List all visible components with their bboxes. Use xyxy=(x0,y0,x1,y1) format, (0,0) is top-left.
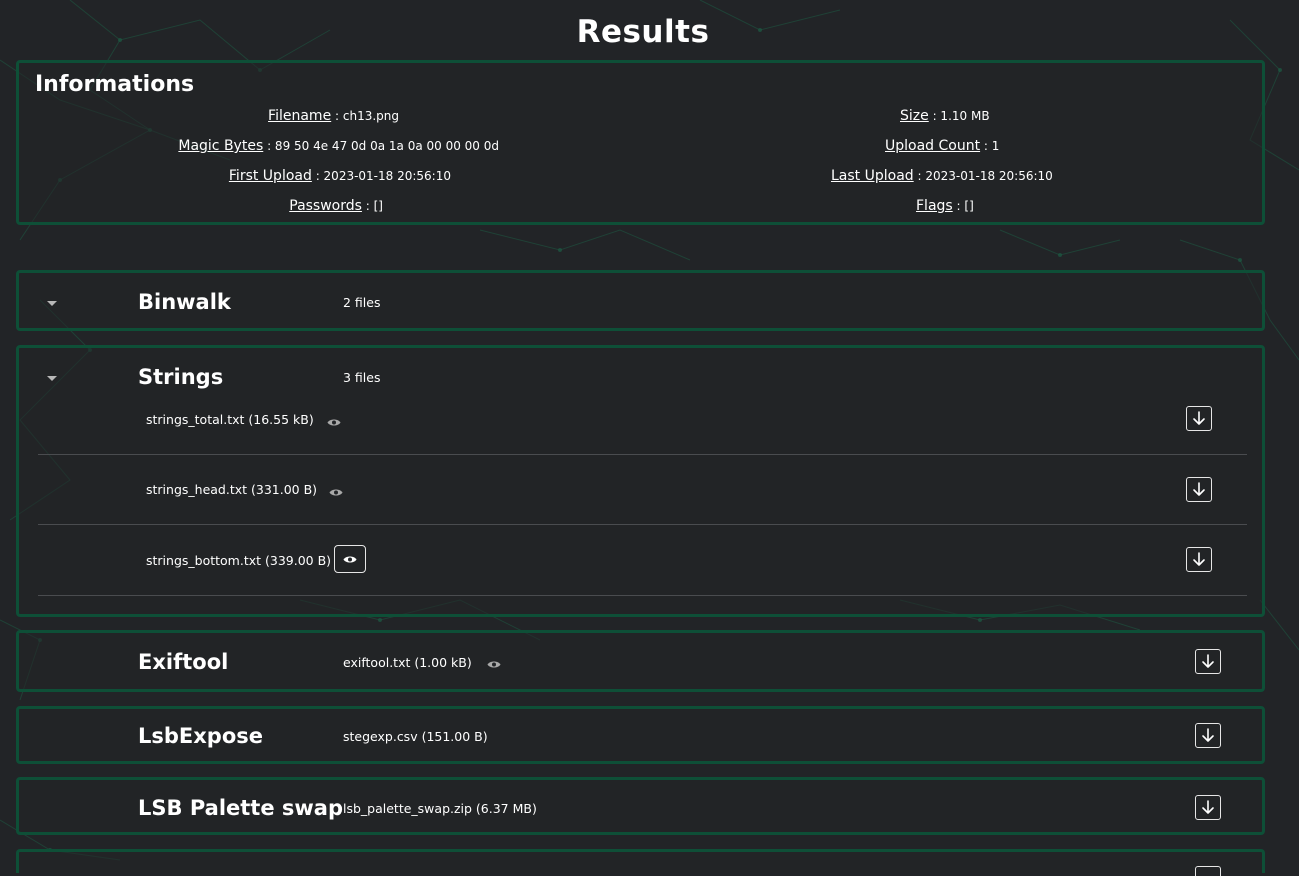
download-icon xyxy=(1193,411,1205,425)
download-button[interactable] xyxy=(1195,795,1221,820)
informations-panel: Informations Filename : ch13.png Size : … xyxy=(16,60,1265,225)
download-icon xyxy=(1193,482,1205,496)
info-flags-value: : [] xyxy=(956,199,974,213)
page-title: Results xyxy=(576,14,710,50)
info-upload-count: Upload Count : 1 xyxy=(885,138,999,154)
info-passwords-key: Passwords xyxy=(289,198,362,214)
file-separator xyxy=(38,595,1247,596)
info-flags: Flags : [] xyxy=(916,198,974,214)
binwalk-file-count: 2 files xyxy=(343,295,381,310)
download-icon xyxy=(1202,728,1214,742)
strings-file-count: 3 files xyxy=(343,370,381,385)
info-first-upload-value: : 2023-01-18 20:56:10 xyxy=(315,169,451,183)
download-button[interactable] xyxy=(1186,477,1212,502)
info-filename-key: Filename xyxy=(268,108,332,124)
exiftool-section: Exiftool exiftool.txt (1.00 kB) xyxy=(16,630,1265,692)
info-last-upload: Last Upload : 2023-01-18 20:56:10 xyxy=(831,168,1053,184)
info-passwords-value: : [] xyxy=(365,199,383,213)
file-name: strings_bottom.txt (339.00 B) xyxy=(146,553,332,568)
file-name: exiftool.txt (1.00 kB) xyxy=(343,655,472,670)
info-last-upload-value: : 2023-01-18 20:56:10 xyxy=(917,169,1053,183)
strings-section: Strings 3 files strings_total.txt (16.55… xyxy=(16,345,1265,617)
info-upload-count-value: : 1 xyxy=(983,139,1000,153)
view-button[interactable] xyxy=(334,545,366,573)
info-size-key: Size xyxy=(900,108,929,124)
caret-down-icon[interactable] xyxy=(47,376,57,381)
info-size-value: : 1.10 MB xyxy=(932,109,990,123)
info-upload-count-key: Upload Count xyxy=(885,138,981,154)
info-size: Size : 1.10 MB xyxy=(900,108,990,124)
file-separator xyxy=(38,524,1247,525)
binwalk-title[interactable]: Binwalk xyxy=(138,290,231,314)
lsbexpose-section: LsbExpose stegexp.csv (151.00 B) xyxy=(16,706,1265,764)
download-icon xyxy=(1202,654,1214,668)
lsb-palette-swap-title: LSB Palette swap xyxy=(138,796,343,820)
lsb-palette-swap-section: LSB Palette swap lsb_palette_swap.zip (6… xyxy=(16,777,1265,835)
download-button[interactable] xyxy=(1195,649,1221,674)
download-icon xyxy=(1193,552,1205,566)
info-magic-bytes: Magic Bytes : 89 50 4e 47 0d 0a 1a 0a 00… xyxy=(178,138,499,154)
download-button[interactable] xyxy=(1195,866,1221,876)
info-magic-bytes-value: : 89 50 4e 47 0d 0a 1a 0a 00 00 00 0d xyxy=(267,139,499,153)
file-separator xyxy=(38,454,1247,455)
file-name: strings_total.txt (16.55 kB) xyxy=(146,412,314,427)
download-button[interactable] xyxy=(1186,406,1212,431)
download-button[interactable] xyxy=(1195,723,1221,748)
eye-icon xyxy=(343,556,357,562)
binwalk-section: Binwalk 2 files xyxy=(16,270,1265,331)
info-first-upload-key: First Upload xyxy=(228,168,312,184)
exiftool-title: Exiftool xyxy=(138,650,229,674)
next-section-partial xyxy=(16,849,1265,876)
file-name: strings_head.txt (331.00 B) xyxy=(146,482,318,497)
info-last-upload-key: Last Upload xyxy=(831,168,914,184)
info-magic-bytes-key: Magic Bytes xyxy=(178,138,264,154)
lsbexpose-title: LsbExpose xyxy=(138,724,264,748)
info-filename: Filename : ch13.png xyxy=(268,108,399,124)
info-filename-value: : ch13.png xyxy=(335,109,399,123)
informations-title: Informations xyxy=(35,72,195,97)
eye-icon[interactable] xyxy=(329,488,343,497)
download-icon xyxy=(1202,800,1214,814)
strings-title[interactable]: Strings xyxy=(138,365,223,389)
file-name: stegexp.csv (151.00 B) xyxy=(343,729,488,744)
info-flags-key: Flags xyxy=(916,198,953,214)
download-button[interactable] xyxy=(1186,547,1212,572)
caret-down-icon[interactable] xyxy=(47,301,57,306)
info-passwords: Passwords : [] xyxy=(289,198,383,214)
info-first-upload: First Upload : 2023-01-18 20:56:10 xyxy=(229,168,451,184)
file-name: lsb_palette_swap.zip (6.37 MB) xyxy=(343,801,537,816)
eye-icon[interactable] xyxy=(327,418,341,427)
eye-icon[interactable] xyxy=(487,660,501,669)
